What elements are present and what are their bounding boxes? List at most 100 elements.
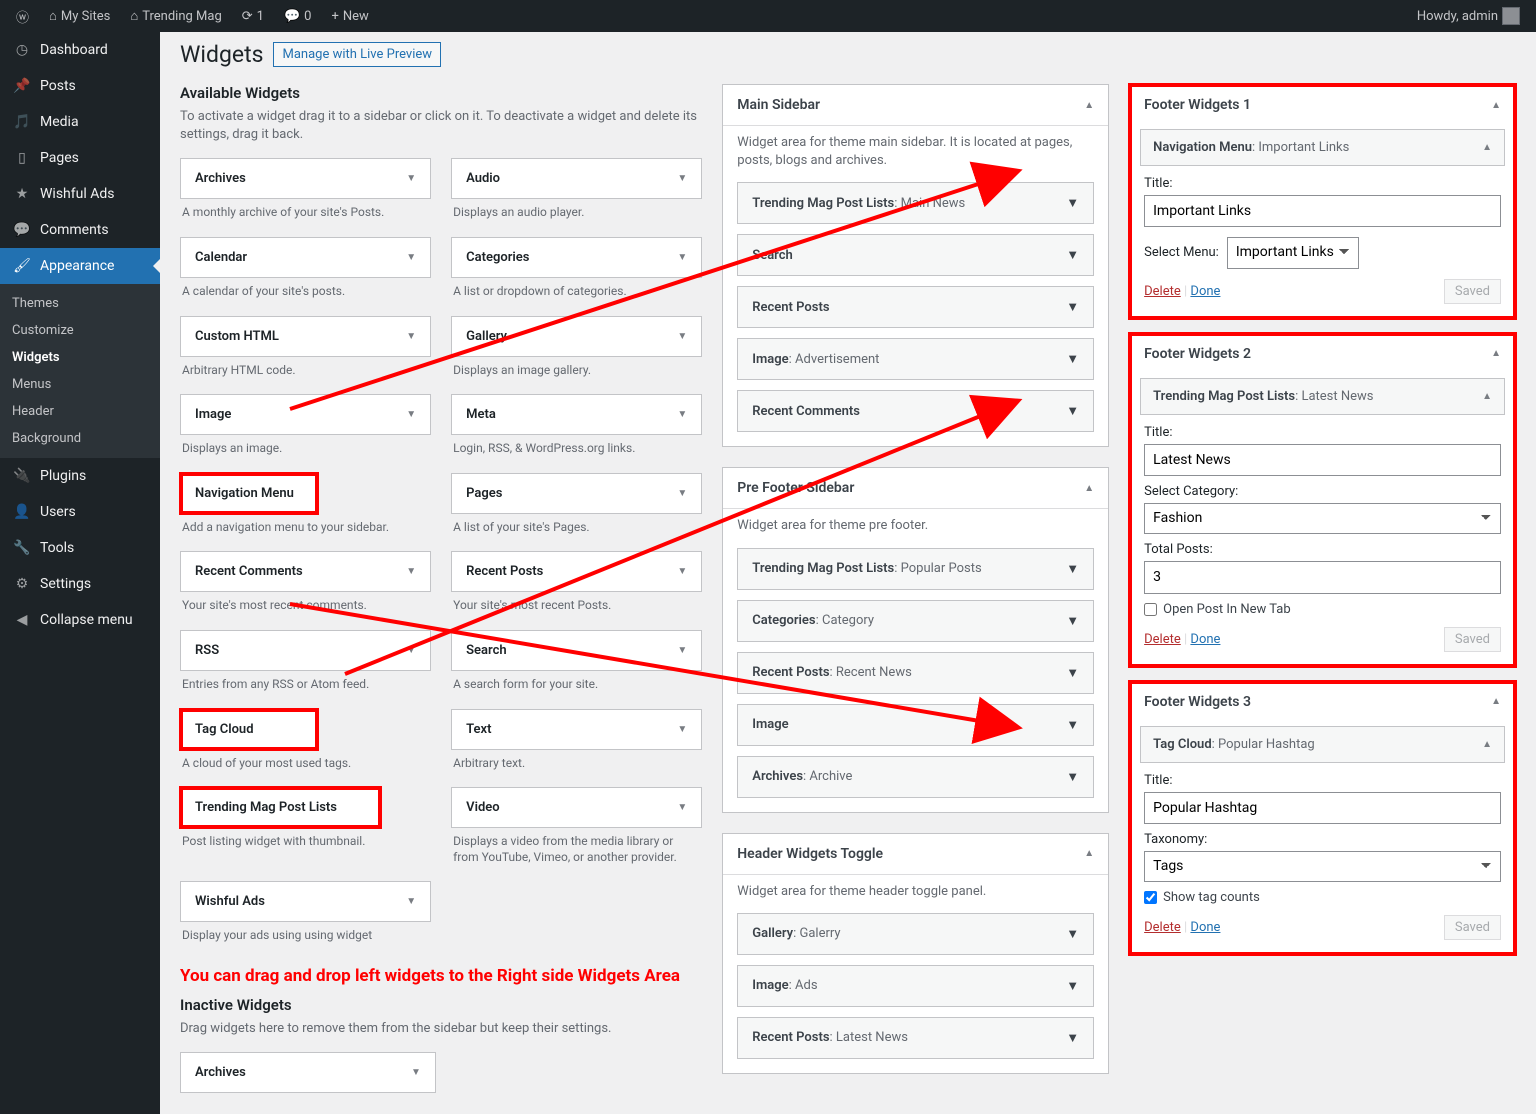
taxonomy-select[interactable]: Tags bbox=[1144, 851, 1501, 882]
footer-widget-toggle[interactable]: Trending Mag Post Lists: Latest News▲ bbox=[1140, 378, 1505, 415]
category-label: Select Category: bbox=[1144, 484, 1501, 499]
done-link[interactable]: Done bbox=[1190, 284, 1220, 299]
menu-comments[interactable]: 💬Comments bbox=[0, 212, 160, 248]
placed-widget[interactable]: Recent Posts▼ bbox=[737, 286, 1094, 328]
comments-link[interactable]: 💬0 bbox=[276, 0, 320, 32]
placed-widget[interactable]: Categories: Category▼ bbox=[737, 600, 1094, 642]
menu-settings[interactable]: ⚙Settings bbox=[0, 566, 160, 602]
caret-down-icon: ▼ bbox=[1066, 195, 1079, 211]
menu-pages[interactable]: ▯Pages bbox=[0, 140, 160, 176]
caret-up-icon: ▲ bbox=[1482, 142, 1492, 153]
menu-wishful-ads[interactable]: ★Wishful Ads bbox=[0, 176, 160, 212]
widget-tag-cloud[interactable]: Tag Cloud bbox=[180, 709, 318, 750]
submenu-header[interactable]: Header bbox=[0, 398, 160, 425]
widget-desc: A monthly archive of your site's Posts. bbox=[180, 199, 431, 231]
placed-widget[interactable]: Image: Advertisement▼ bbox=[737, 338, 1094, 380]
live-preview-button[interactable]: Manage with Live Preview bbox=[273, 42, 441, 67]
title-input[interactable] bbox=[1144, 444, 1501, 476]
submenu-widgets[interactable]: Widgets bbox=[0, 344, 160, 371]
footer-header[interactable]: Footer Widgets 1▲ bbox=[1130, 85, 1515, 125]
brush-icon: 🖌 bbox=[12, 256, 32, 276]
title-input[interactable] bbox=[1144, 792, 1501, 824]
caret-down-icon: ▼ bbox=[677, 252, 687, 263]
widget-navigation-menu[interactable]: Navigation Menu bbox=[180, 473, 318, 514]
delete-link[interactable]: Delete bbox=[1144, 632, 1181, 647]
delete-link[interactable]: Delete bbox=[1144, 920, 1181, 935]
submenu-background[interactable]: Background bbox=[0, 425, 160, 452]
howdy-link[interactable]: Howdy, admin bbox=[1409, 0, 1528, 32]
widget-desc: Arbitrary HTML code. bbox=[180, 357, 431, 389]
footer-widget-toggle[interactable]: Navigation Menu: Important Links▲ bbox=[1140, 129, 1505, 166]
widget-calendar[interactable]: Calendar▼ bbox=[180, 237, 431, 278]
site-link[interactable]: ⌂Trending Mag bbox=[122, 0, 229, 32]
counts-checkbox[interactable] bbox=[1144, 891, 1157, 904]
placed-widget[interactable]: Image▼ bbox=[737, 704, 1094, 746]
widget-recent-comments[interactable]: Recent Comments▼ bbox=[180, 551, 431, 592]
menu-posts[interactable]: 📌Posts bbox=[0, 68, 160, 104]
my-sites-link[interactable]: ⌂My Sites bbox=[41, 0, 118, 32]
placed-widget[interactable]: Gallery: Galerry▼ bbox=[737, 913, 1094, 955]
category-select[interactable]: Fashion bbox=[1144, 503, 1501, 534]
placed-widget[interactable]: Recent Posts: Latest News▼ bbox=[737, 1017, 1094, 1059]
inactive-widget-archives[interactable]: Archives▼ bbox=[180, 1052, 436, 1093]
widget-pages[interactable]: Pages▼ bbox=[451, 473, 702, 514]
caret-up-icon: ▲ bbox=[1084, 848, 1094, 859]
title-input[interactable] bbox=[1144, 195, 1501, 227]
placed-widget[interactable]: Image: Ads▼ bbox=[737, 965, 1094, 1007]
caret-up-icon: ▲ bbox=[1084, 483, 1094, 494]
placed-widget[interactable]: Search▼ bbox=[737, 234, 1094, 276]
submenu-menus[interactable]: Menus bbox=[0, 371, 160, 398]
menu-collapse[interactable]: ◀Collapse menu bbox=[0, 602, 160, 638]
updates-link[interactable]: ⟳1 bbox=[234, 0, 272, 32]
title-label: Title: bbox=[1144, 176, 1501, 191]
widget-trending-post-lists[interactable]: Trending Mag Post Lists bbox=[180, 787, 381, 828]
placed-widget[interactable]: Archives: Archive▼ bbox=[737, 756, 1094, 798]
widget-image[interactable]: Image▼ bbox=[180, 394, 431, 435]
widget-audio[interactable]: Audio▼ bbox=[451, 158, 702, 199]
menu-dashboard[interactable]: ◷Dashboard bbox=[0, 32, 160, 68]
footer-header[interactable]: Footer Widgets 2▲ bbox=[1130, 334, 1515, 374]
caret-down-icon: ▼ bbox=[677, 802, 687, 813]
done-link[interactable]: Done bbox=[1190, 920, 1220, 935]
widget-video[interactable]: Video▼ bbox=[451, 787, 702, 828]
widget-meta[interactable]: Meta▼ bbox=[451, 394, 702, 435]
done-link[interactable]: Done bbox=[1190, 632, 1220, 647]
wp-logo[interactable]: ⓦ bbox=[8, 0, 37, 32]
title-label: Title: bbox=[1144, 425, 1501, 440]
widget-gallery[interactable]: Gallery▼ bbox=[451, 316, 702, 357]
menu-appearance[interactable]: 🖌Appearance bbox=[0, 248, 160, 284]
submenu-themes[interactable]: Themes bbox=[0, 290, 160, 317]
widget-recent-posts[interactable]: Recent Posts▼ bbox=[451, 551, 702, 592]
footer-header[interactable]: Footer Widgets 3▲ bbox=[1130, 682, 1515, 722]
menu-select[interactable]: Important Links bbox=[1227, 237, 1359, 268]
menu-media[interactable]: 🎵Media bbox=[0, 104, 160, 140]
media-icon: 🎵 bbox=[12, 112, 32, 132]
menu-tools[interactable]: 🔧Tools bbox=[0, 530, 160, 566]
area-header[interactable]: Header Widgets Toggle▲ bbox=[723, 834, 1108, 875]
placed-widget[interactable]: Recent Posts: Recent News▼ bbox=[737, 652, 1094, 694]
widget-categories[interactable]: Categories▼ bbox=[451, 237, 702, 278]
new-link[interactable]: +New bbox=[323, 0, 376, 32]
widget-custom-html[interactable]: Custom HTML▼ bbox=[180, 316, 431, 357]
placed-widget[interactable]: Recent Comments▼ bbox=[737, 390, 1094, 432]
widget-rss[interactable]: RSS▼ bbox=[180, 630, 431, 671]
menu-users[interactable]: 👤Users bbox=[0, 494, 160, 530]
delete-link[interactable]: Delete bbox=[1144, 284, 1181, 299]
placed-widget[interactable]: Trending Mag Post Lists: Popular Posts▼ bbox=[737, 548, 1094, 590]
area-header[interactable]: Main Sidebar▲ bbox=[723, 85, 1108, 126]
newtab-checkbox[interactable] bbox=[1144, 603, 1157, 616]
saved-button: Saved bbox=[1444, 627, 1501, 652]
widget-archives[interactable]: Archives▼ bbox=[180, 158, 431, 199]
plug-icon: 🔌 bbox=[12, 466, 32, 486]
widget-wishful-ads[interactable]: Wishful Ads▼ bbox=[180, 881, 431, 922]
caret-down-icon: ▼ bbox=[1066, 613, 1079, 629]
widget-text[interactable]: Text▼ bbox=[451, 709, 702, 750]
area-header[interactable]: Pre Footer Sidebar▲ bbox=[723, 468, 1108, 509]
submenu-customize[interactable]: Customize bbox=[0, 317, 160, 344]
widget-desc: A calendar of your site's posts. bbox=[180, 278, 431, 310]
footer-widget-toggle[interactable]: Tag Cloud: Popular Hashtag▲ bbox=[1140, 726, 1505, 763]
menu-plugins[interactable]: 🔌Plugins bbox=[0, 458, 160, 494]
total-input[interactable] bbox=[1144, 561, 1501, 593]
placed-widget[interactable]: Trending Mag Post Lists: Main News▼ bbox=[737, 182, 1094, 224]
widget-search[interactable]: Search▼ bbox=[451, 630, 702, 671]
